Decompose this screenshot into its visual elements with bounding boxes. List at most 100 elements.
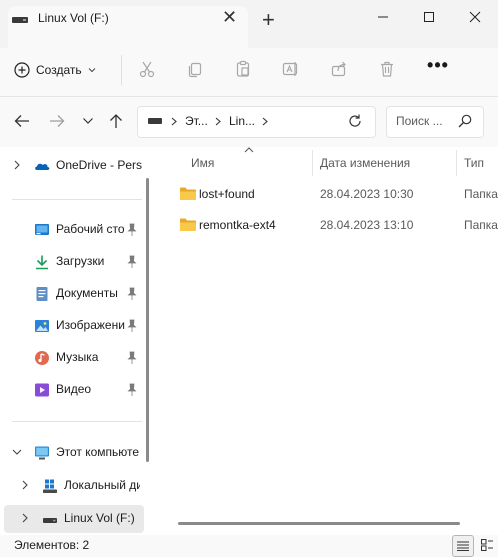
pictures-icon [35, 320, 49, 332]
sidebar-item-desktop[interactable]: Рабочий сто [0, 215, 148, 245]
command-separator [121, 55, 122, 85]
close-tab-icon[interactable]: ✕ [222, 7, 237, 27]
refresh-icon [349, 114, 361, 127]
file-name: remontka-ext4 [199, 218, 276, 232]
drive-icon [148, 118, 162, 124]
file-row[interactable]: remontka-ext4 28.04.2023 13:10 Папка [160, 210, 498, 240]
drive-icon [12, 17, 28, 23]
sidebar-item-onedrive[interactable]: OneDrive - Pers [0, 151, 148, 181]
file-type: Папка [464, 218, 498, 232]
tiles-view-button[interactable] [478, 536, 496, 554]
share-button[interactable] [328, 58, 350, 80]
sidebar-scrollbar[interactable] [146, 178, 149, 462]
arrow-up-icon [110, 114, 122, 128]
column-header-name[interactable]: Имя [191, 156, 214, 170]
recent-locations-button[interactable] [78, 111, 98, 131]
file-date: 28.04.2023 13:10 [320, 218, 414, 232]
create-button[interactable]: Создать [14, 56, 96, 84]
sidebar-item-documents[interactable]: Документы [0, 279, 148, 309]
item-count: Элементов: 2 [14, 538, 90, 552]
plus-circle-icon [14, 62, 30, 78]
maximize-button[interactable] [406, 3, 452, 31]
onedrive-icon [35, 163, 50, 170]
close-icon [469, 11, 481, 23]
pin-icon [127, 351, 137, 364]
chevron-right-icon[interactable] [12, 160, 22, 170]
horizontal-scrollbar[interactable] [178, 522, 460, 525]
details-view-icon [457, 541, 469, 551]
sidebar-item-label: Рабочий сто [56, 222, 125, 236]
chevron-down-icon[interactable] [12, 447, 22, 457]
share-icon [331, 61, 346, 77]
up-button[interactable] [106, 111, 126, 131]
desktop-icon [35, 224, 49, 235]
sidebar-item-label: Видео [56, 382, 92, 396]
column-divider[interactable] [312, 150, 313, 176]
sidebar-item-this-pc[interactable]: Этот компьюте [0, 438, 148, 468]
paste-icon [236, 60, 250, 77]
search-icon [458, 114, 472, 128]
breadcrumb-linux-vol[interactable]: Lin... [229, 114, 255, 128]
new-tab-button[interactable]: + [262, 6, 275, 34]
pin-icon [127, 319, 137, 332]
paste-button[interactable] [232, 58, 254, 80]
videos-icon [35, 383, 49, 397]
sidebar-item-label: Документы [56, 286, 118, 300]
column-header-type[interactable]: Тип [464, 156, 484, 170]
pin-icon [127, 255, 137, 268]
copy-button[interactable] [184, 58, 206, 80]
sidebar-item-label: Этот компьюте [56, 445, 140, 459]
delete-button[interactable] [376, 58, 398, 80]
maximize-icon [424, 12, 434, 22]
rename-icon [282, 62, 298, 76]
breadcrumb-chevron-icon [171, 117, 177, 126]
sidebar-item-label: Изображени [56, 318, 125, 332]
file-name: lost+found [199, 187, 255, 201]
forward-button[interactable] [47, 111, 67, 131]
breadcrumb-chevron-icon [215, 117, 221, 126]
sidebar-divider [12, 199, 142, 200]
rename-button[interactable] [280, 58, 302, 80]
sidebar-item-label: Локальный ди [64, 478, 140, 492]
tab-title: Linux Vol (F:) [38, 11, 109, 25]
back-button[interactable] [12, 111, 32, 131]
search-placeholder: Поиск ... [396, 114, 443, 128]
sidebar-divider [12, 421, 142, 422]
details-view-button[interactable] [452, 535, 474, 557]
sidebar-item-label: Музыка [56, 350, 99, 364]
file-date: 28.04.2023 10:30 [320, 187, 414, 201]
minimize-button[interactable] [360, 3, 406, 31]
sidebar-item-label: OneDrive - Pers [56, 158, 143, 172]
minimize-icon [378, 16, 388, 18]
sidebar-item-music[interactable]: Музыка [0, 343, 148, 373]
windows-drive-icon [43, 479, 57, 493]
refresh-button[interactable] [345, 111, 365, 131]
sidebar-item-local-disk[interactable]: Локальный ди [0, 471, 148, 501]
column-divider[interactable] [456, 150, 457, 176]
downloads-icon [36, 255, 48, 270]
sidebar-item-linux-vol[interactable]: Linux Vol (F:) [0, 504, 148, 534]
breadcrumb-chevron-icon [262, 117, 268, 126]
sidebar-item-downloads[interactable]: Загрузки [0, 247, 148, 277]
sidebar-item-pictures[interactable]: Изображени [0, 311, 148, 341]
breadcrumb-this-pc[interactable]: Эт... [185, 114, 208, 128]
tiles-view-icon [481, 539, 493, 551]
chevron-right-icon[interactable] [20, 513, 30, 523]
folder-icon [180, 187, 196, 200]
delete-icon [381, 61, 393, 77]
documents-icon [36, 287, 48, 301]
create-label: Создать [36, 63, 82, 77]
music-icon [35, 351, 49, 365]
sidebar-item-videos[interactable]: Видео [0, 375, 148, 405]
cut-button[interactable] [136, 58, 158, 80]
folder-icon [180, 218, 196, 231]
column-header-date[interactable]: Дата изменения [320, 156, 410, 170]
close-window-button[interactable] [452, 3, 498, 31]
more-options-button[interactable]: ••• [426, 56, 450, 80]
drive-icon [43, 518, 57, 523]
file-type: Папка [464, 187, 498, 201]
sort-ascending-icon [244, 147, 254, 153]
file-row[interactable]: lost+found 28.04.2023 10:30 Папка [160, 179, 498, 209]
chevron-right-icon[interactable] [20, 480, 30, 490]
arrow-left-icon [14, 115, 29, 127]
